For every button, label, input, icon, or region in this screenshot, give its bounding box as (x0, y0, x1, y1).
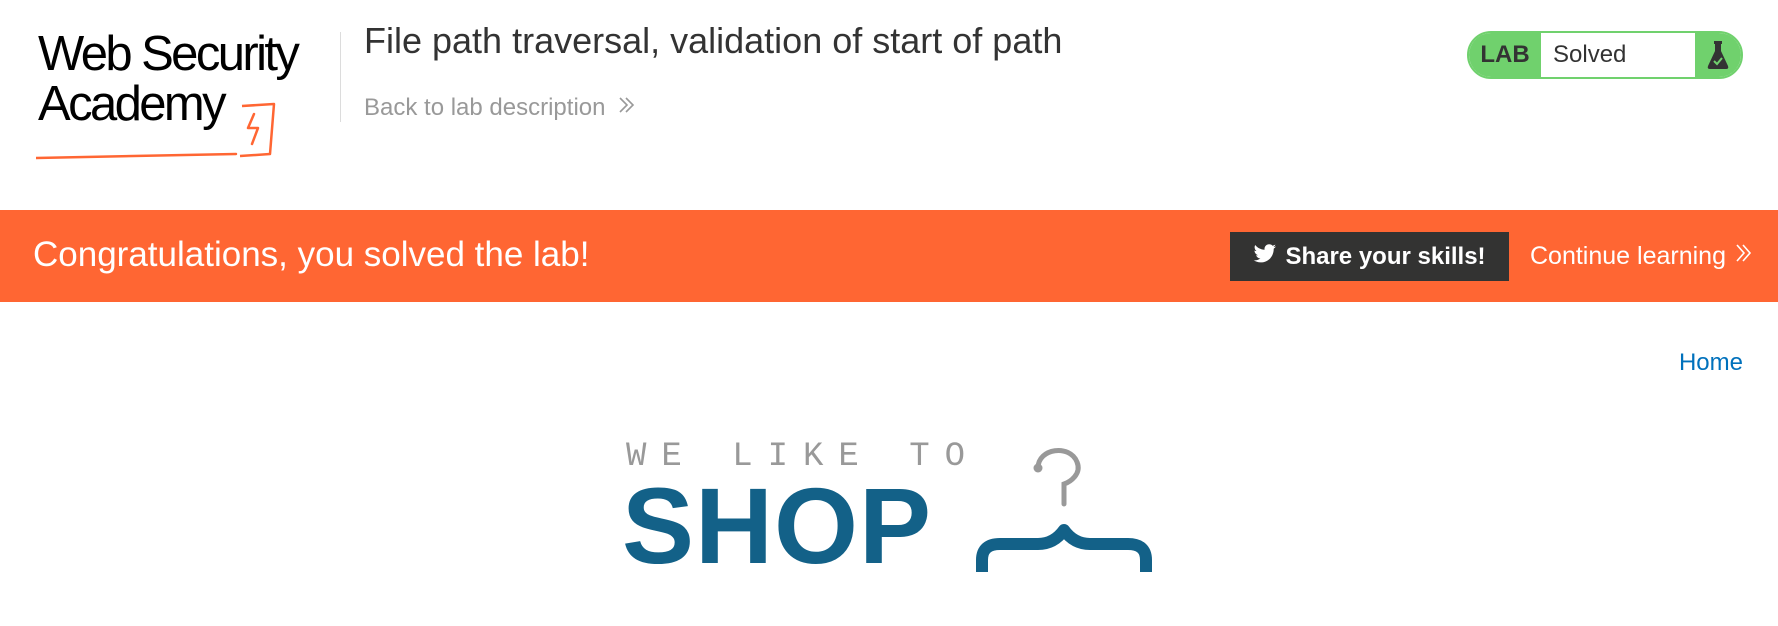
web-security-academy-logo[interactable]: Web Security Academy (36, 27, 336, 160)
logo-text-line1: Web Security (38, 27, 300, 81)
home-link[interactable]: Home (1679, 349, 1743, 377)
back-to-lab-description-link[interactable]: Back to lab description (364, 94, 637, 122)
share-skills-button[interactable]: Share your skills! (1230, 232, 1509, 281)
header-divider (340, 32, 341, 122)
share-button-label: Share your skills! (1285, 242, 1486, 270)
lab-status-widget: LAB Solved (1467, 31, 1743, 79)
lab-status-tag: LAB (1469, 33, 1541, 77)
solved-banner: Congratulations, you solved the lab! Sha… (0, 210, 1778, 302)
twitter-icon (1253, 243, 1277, 271)
congratulations-message: Congratulations, you solved the lab! (33, 235, 590, 274)
continue-learning-label: Continue learning (1530, 242, 1726, 270)
continue-learning-link[interactable]: Continue learning (1530, 242, 1754, 271)
logo-swoosh-icon (36, 102, 276, 160)
double-chevron-right-icon (1734, 242, 1754, 271)
lab-title: File path traversal, validation of start… (364, 20, 1063, 61)
lab-status-state: Solved (1553, 41, 1627, 68)
back-link-label: Back to lab description (364, 94, 606, 121)
we-like-to-shop-logo: WE LIKE TO SHOP (622, 438, 1162, 588)
double-chevron-right-icon (617, 94, 637, 122)
lab-header: Web Security Academy File path traversal… (0, 0, 1778, 210)
clothes-hanger-icon (976, 448, 1152, 572)
shop-logo-word: SHOP (622, 465, 933, 586)
flask-icon (1695, 33, 1741, 77)
